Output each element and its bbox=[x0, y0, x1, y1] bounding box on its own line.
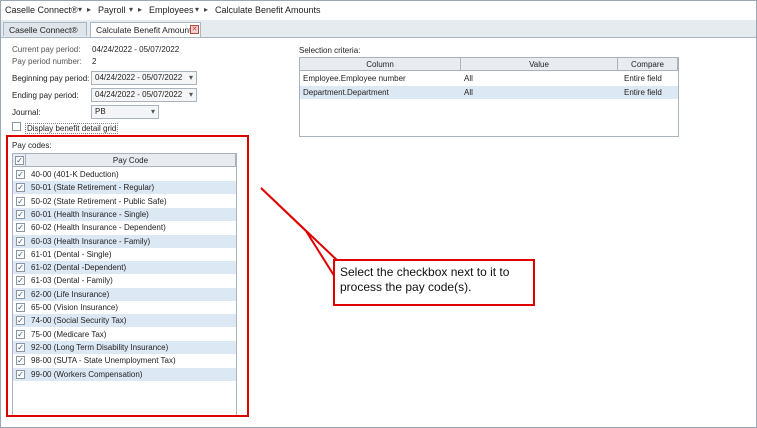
criteria-value-cell: All bbox=[464, 74, 473, 83]
beginning-pay-period-label: Beginning pay period: bbox=[12, 74, 90, 83]
chevron-down-icon: ▾ bbox=[188, 90, 193, 99]
chevron-down-icon[interactable]: ▾ bbox=[78, 5, 82, 14]
tab-caselle-connect[interactable]: Caselle Connect® bbox=[3, 22, 87, 36]
journal-select[interactable]: PB ▾ bbox=[91, 105, 159, 119]
beginning-pay-period-value: 04/24/2022 - 05/07/2022 bbox=[95, 73, 183, 82]
current-pay-period-value: 04/24/2022 - 05/07/2022 bbox=[92, 45, 180, 54]
criteria-compare-cell: Entire field bbox=[624, 74, 662, 83]
journal-value: PB bbox=[95, 107, 106, 116]
callout-text: Select the checkbox next to it to proces… bbox=[340, 265, 510, 294]
criteria-column-cell: Employee.Employee number bbox=[303, 74, 406, 83]
tab-label: Caselle Connect® bbox=[9, 25, 78, 35]
journal-label: Journal: bbox=[12, 108, 41, 117]
criteria-compare-cell: Entire field bbox=[624, 87, 662, 97]
ending-pay-period-select[interactable]: 04/24/2022 - 05/07/2022 ▾ bbox=[91, 88, 197, 102]
breadcrumb-item-current: Calculate Benefit Amounts bbox=[215, 5, 321, 15]
criteria-value-cell: All bbox=[464, 87, 473, 97]
tab-strip: Caselle Connect® Calculate Benefit Amoun… bbox=[1, 20, 756, 38]
criteria-row[interactable]: Department.Department All Entire field bbox=[300, 85, 678, 99]
breadcrumb-item-employees[interactable]: Employees bbox=[149, 5, 194, 15]
criteria-row[interactable]: Employee.Employee number All Entire field bbox=[300, 72, 678, 85]
app-window: Caselle Connect® ▾ ▸ Payroll ▾ ▸ Employe… bbox=[0, 0, 757, 428]
tab-label: Calculate Benefit Amounts bbox=[96, 25, 196, 35]
current-pay-period-label: Current pay period: bbox=[12, 45, 81, 54]
breadcrumb: Caselle Connect® ▾ ▸ Payroll ▾ ▸ Employe… bbox=[1, 1, 756, 21]
chevron-down-icon[interactable]: ▾ bbox=[129, 5, 133, 14]
ending-pay-period-label: Ending pay period: bbox=[12, 91, 79, 100]
tab-calculate-benefit-amounts[interactable]: Calculate Benefit Amounts ✕ bbox=[90, 22, 201, 37]
beginning-pay-period-select[interactable]: 04/24/2022 - 05/07/2022 ▾ bbox=[91, 71, 197, 85]
ending-pay-period-value: 04/24/2022 - 05/07/2022 bbox=[95, 90, 183, 99]
chevron-right-icon: ▸ bbox=[87, 5, 92, 14]
display-detail-checkbox[interactable] bbox=[12, 122, 21, 131]
chevron-down-icon[interactable]: ▾ bbox=[195, 5, 199, 14]
selection-criteria-grid: Column Value Compare Employee.Employee n… bbox=[299, 57, 679, 137]
pay-period-number-label: Pay period number: bbox=[12, 57, 82, 66]
chevron-down-icon: ▾ bbox=[150, 107, 155, 116]
highlight-box bbox=[6, 135, 249, 417]
chevron-down-icon: ▾ bbox=[188, 73, 193, 82]
pay-period-number-value: 2 bbox=[92, 57, 97, 66]
compare-header[interactable]: Compare bbox=[618, 58, 678, 71]
display-detail-label[interactable]: Display benefit detail grid bbox=[25, 123, 119, 134]
value-header[interactable]: Value bbox=[461, 58, 618, 71]
chevron-right-icon: ▸ bbox=[138, 5, 143, 14]
callout-box: Select the checkbox next to it to proces… bbox=[333, 259, 535, 306]
selection-criteria-label: Selection criteria: bbox=[299, 46, 361, 55]
breadcrumb-item-home[interactable]: Caselle Connect® bbox=[5, 5, 78, 15]
close-icon[interactable]: ✕ bbox=[190, 25, 199, 34]
column-header[interactable]: Column bbox=[300, 58, 461, 71]
chevron-right-icon: ▸ bbox=[204, 5, 209, 14]
criteria-column-cell: Department.Department bbox=[303, 87, 389, 97]
breadcrumb-item-payroll[interactable]: Payroll bbox=[98, 5, 126, 15]
